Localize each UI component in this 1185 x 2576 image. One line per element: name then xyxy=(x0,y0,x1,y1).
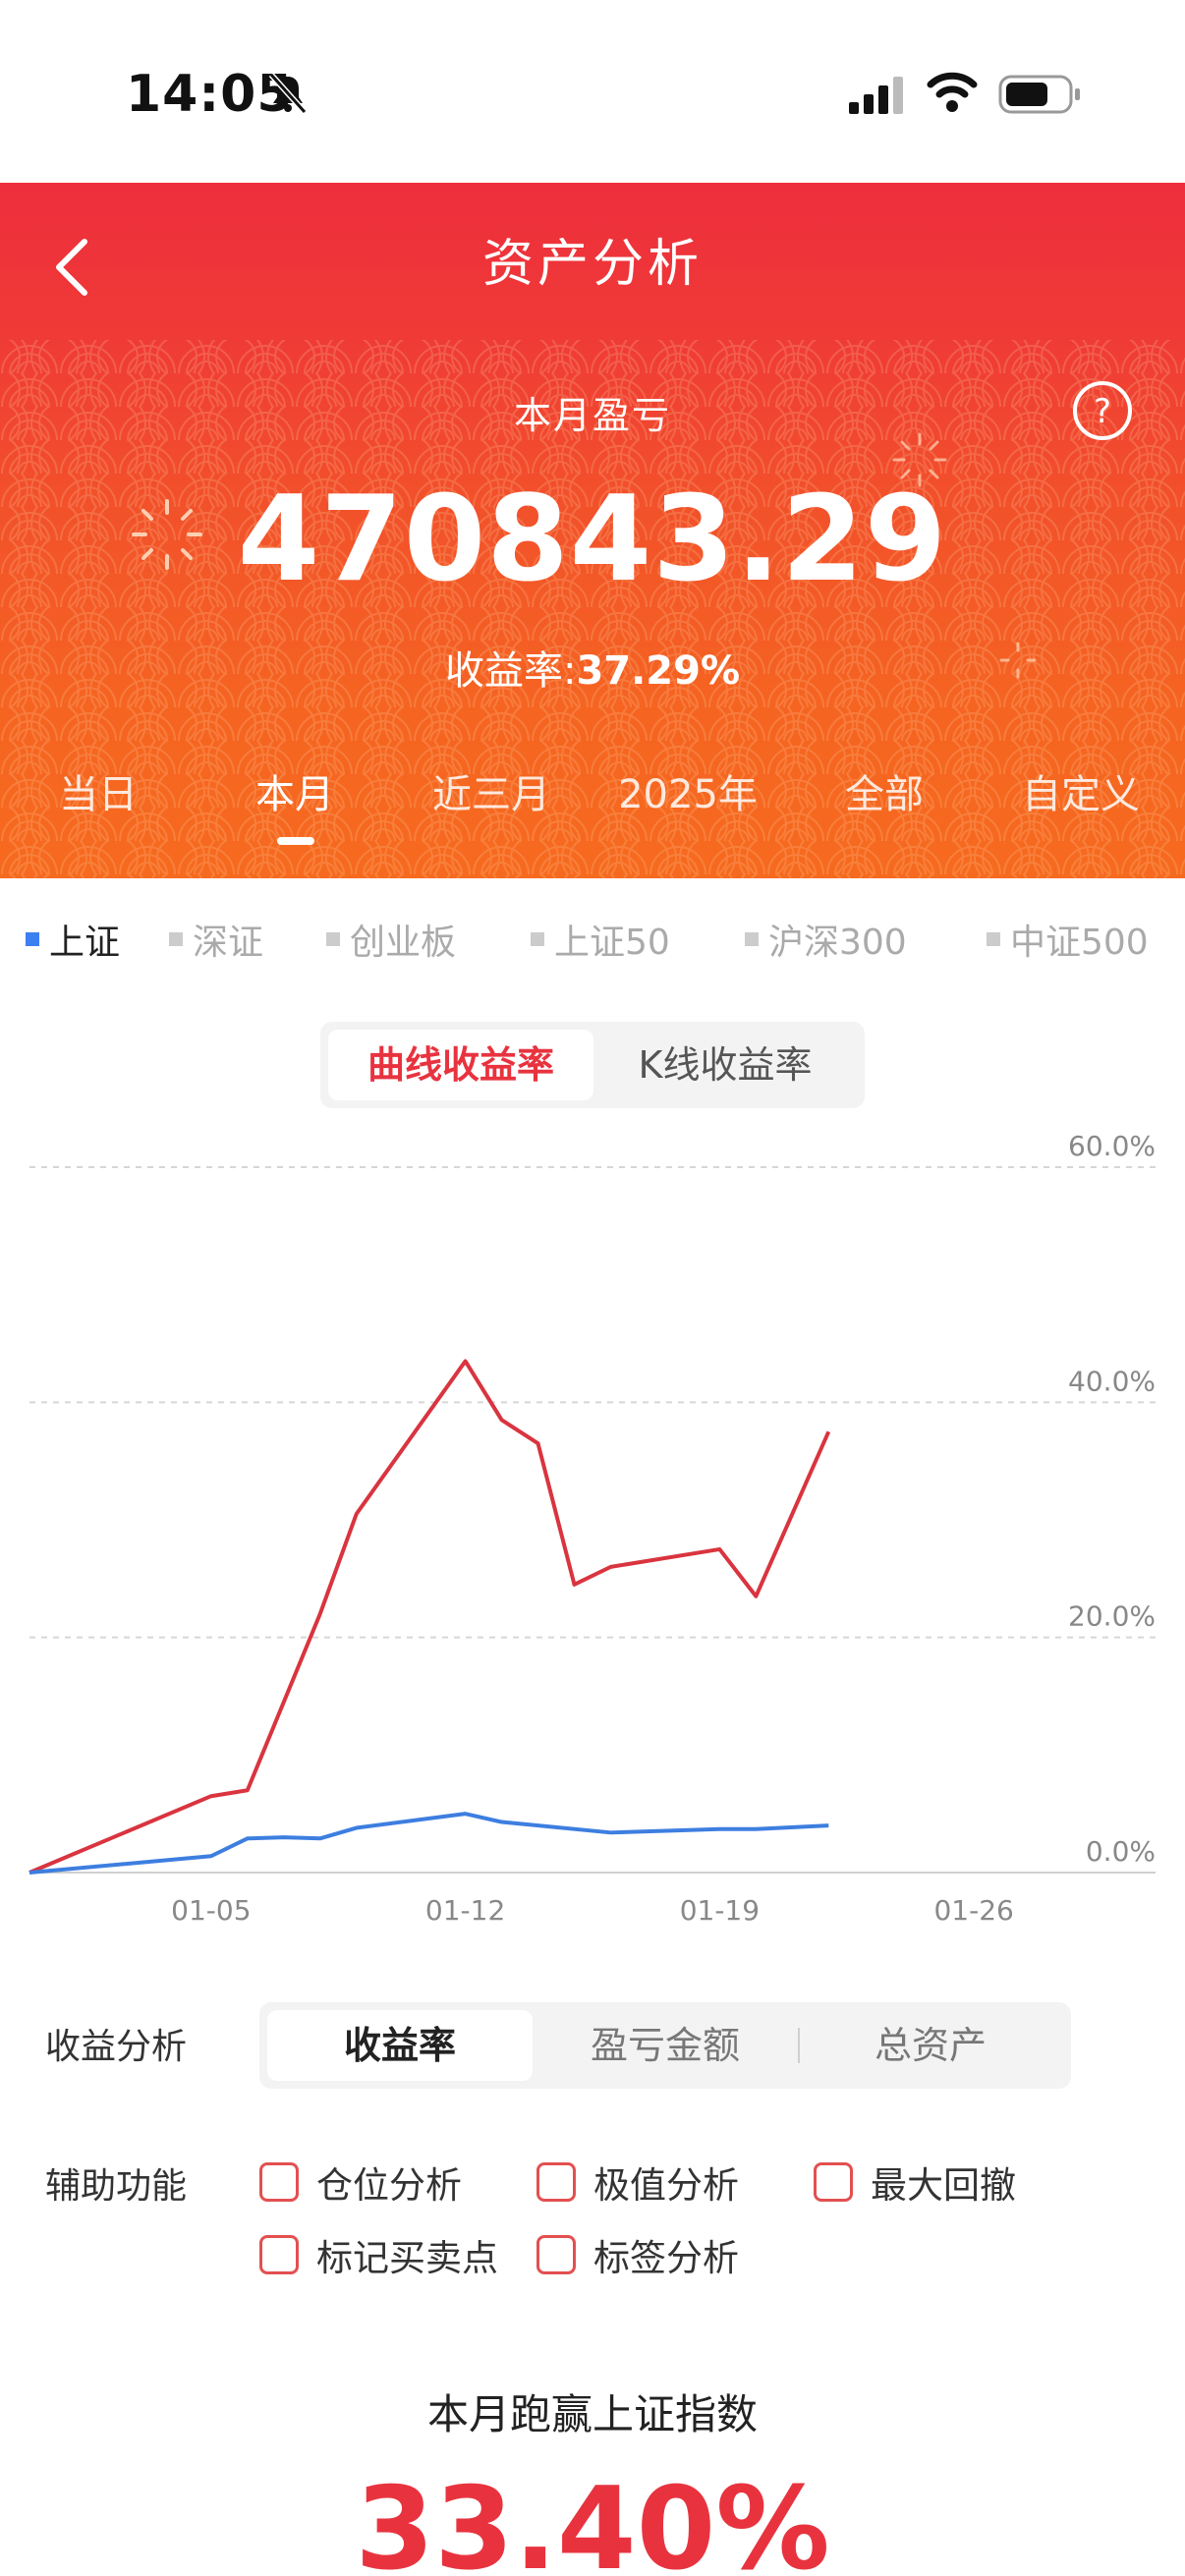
curve-return-button[interactable]: 曲线收益率 xyxy=(328,1030,593,1100)
aux-functions-label: 辅助功能 xyxy=(45,2166,188,2207)
chart-mode-toggle: 曲线收益率 K线收益率 xyxy=(320,1022,865,1108)
index-label: 深证 xyxy=(193,923,264,963)
checkbox-label: 极值分析 xyxy=(593,2164,739,2207)
portfolio-return-line xyxy=(28,1359,831,1875)
checkbox-box[interactable] xyxy=(259,2162,299,2202)
index-dot xyxy=(745,932,759,946)
tab-three-months[interactable]: 近三月 xyxy=(393,762,590,819)
checkbox-label: 标记买卖点 xyxy=(316,2237,498,2279)
checkbox-label: 仓位分析 xyxy=(316,2164,462,2207)
status-bar: 14:05 xyxy=(0,0,1185,183)
y-tick-label: 40.0% xyxy=(1068,1365,1156,1397)
tab-this-month[interactable]: 本月 xyxy=(197,762,393,819)
month-pnl-amount: 470843.29 xyxy=(237,472,948,608)
index-label: 上证50 xyxy=(554,923,670,963)
checkbox-box[interactable] xyxy=(536,2162,576,2202)
return-rate: 收益率:37.29% xyxy=(0,639,1185,696)
x-tick-label: 01-12 xyxy=(425,1894,505,1927)
index-sse[interactable]: 上证 xyxy=(26,914,120,965)
battery-icon xyxy=(998,75,1080,114)
tab-today[interactable]: 当日 xyxy=(0,762,197,819)
seg-pnl-amount[interactable]: 盈亏金额 xyxy=(533,2010,798,2081)
seg-return-rate[interactable]: 收益率 xyxy=(267,2010,533,2081)
index-selector: 上证 深证 创业板 上证50 沪深300 中证500 xyxy=(0,914,1185,973)
index-label: 上证 xyxy=(49,923,121,963)
index-label: 中证500 xyxy=(1010,923,1149,963)
outperform-value: 33.40% xyxy=(355,2463,830,2576)
x-tick-label: 01-26 xyxy=(933,1894,1013,1927)
checkbox-box[interactable] xyxy=(814,2162,853,2202)
index-dot xyxy=(326,932,340,946)
checkbox-tag-analysis[interactable]: 标签分析 xyxy=(536,2228,739,2281)
kline-return-button[interactable]: K线收益率 xyxy=(593,1030,857,1100)
checkbox-label: 最大回撤 xyxy=(871,2164,1016,2207)
page-title: 资产分析 xyxy=(481,235,703,294)
checkbox-extreme-analysis[interactable]: 极值分析 xyxy=(536,2156,739,2209)
active-tab-indicator xyxy=(277,837,314,845)
period-tabs: 当日 本月 近三月 2025年 全部 自定义 xyxy=(0,762,1185,851)
analysis-label: 收益分析 xyxy=(45,2027,188,2067)
index-dot xyxy=(531,932,544,946)
index-sse50[interactable]: 上证50 xyxy=(531,914,670,965)
bell-off-icon xyxy=(268,72,308,115)
index-csi500[interactable]: 中证500 xyxy=(987,914,1149,965)
outperform-title: 本月跑赢上证指数 xyxy=(426,2390,758,2438)
index-dot xyxy=(169,932,183,946)
checkbox-box[interactable] xyxy=(536,2235,576,2274)
index-dot xyxy=(26,932,39,946)
y-tick-label: 60.0% xyxy=(1068,1130,1156,1162)
month-pnl-label: 本月盈亏 xyxy=(513,394,671,437)
x-tick-label: 01-19 xyxy=(680,1894,760,1927)
index-label: 沪深300 xyxy=(768,923,907,963)
tab-all[interactable]: 全部 xyxy=(786,762,983,819)
index-label: 创业板 xyxy=(350,923,457,963)
analysis-segmented-control: 收益率 盈亏金额 总资产 xyxy=(259,2002,1071,2089)
index-csi300[interactable]: 沪深300 xyxy=(745,914,907,965)
checkbox-buy-sell-points[interactable]: 标记买卖点 xyxy=(259,2228,498,2281)
index-chinext[interactable]: 创业板 xyxy=(326,914,456,965)
cellular-signal-icon xyxy=(849,77,903,114)
return-line-chart: 60.0% 40.0% 20.0% 0.0% 01-05 01-12 01-19 01-26 xyxy=(28,1130,1156,1927)
checkbox-position-analysis[interactable]: 仓位分析 xyxy=(259,2156,462,2209)
return-rate-value: 37.29% xyxy=(576,648,741,694)
seg-total-assets[interactable]: 总资产 xyxy=(798,2010,1063,2081)
checkbox-max-drawdown[interactable]: 最大回撤 xyxy=(814,2156,1016,2209)
return-rate-label: 收益率: xyxy=(444,648,577,694)
y-tick-label: 20.0% xyxy=(1068,1600,1156,1633)
x-tick-label: 01-05 xyxy=(171,1894,251,1927)
index-szse[interactable]: 深证 xyxy=(169,914,263,965)
tab-2025[interactable]: 2025年 xyxy=(590,762,786,819)
wifi-icon xyxy=(927,72,978,112)
tab-custom[interactable]: 自定义 xyxy=(983,762,1179,819)
checkbox-label: 标签分析 xyxy=(593,2237,739,2279)
asset-summary-header: 资产分析 ? 本月盈亏 470843.29 收益率:37.29% 当日 本月 近… xyxy=(0,183,1185,878)
y-tick-label: 0.0% xyxy=(1086,1835,1156,1868)
index-dot xyxy=(987,932,1000,946)
checkbox-box[interactable] xyxy=(259,2235,299,2274)
